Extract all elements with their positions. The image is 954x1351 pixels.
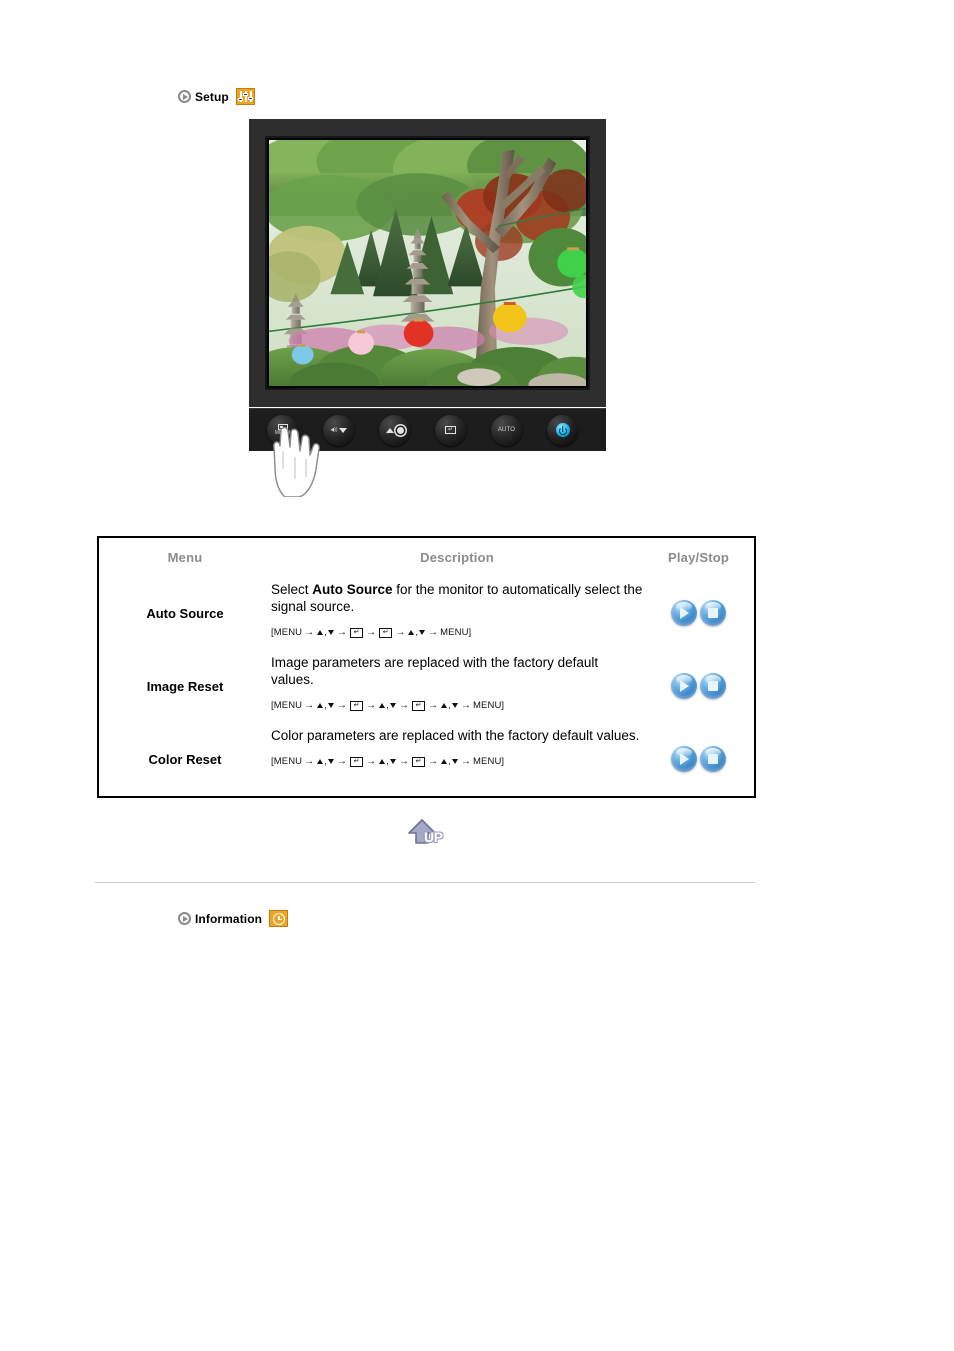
play-button[interactable] bbox=[671, 746, 697, 772]
auto-button-label: AUTO bbox=[497, 427, 516, 433]
play-button[interactable] bbox=[671, 673, 697, 699]
menu-icon bbox=[277, 424, 288, 430]
key-sequence: [MENU → , → ↵ → , → ↵ → , → MENU] bbox=[271, 700, 505, 711]
menu-button-label: MENU bbox=[274, 430, 291, 436]
row-description: Color parameters are replaced with the f… bbox=[271, 722, 643, 767]
row-playstop-controls bbox=[643, 649, 754, 699]
clock-icon bbox=[269, 910, 289, 927]
section-heading-information: Information bbox=[178, 910, 289, 927]
auto-button[interactable]: AUTO bbox=[491, 414, 522, 446]
setup-sliders-icon bbox=[235, 88, 255, 105]
garden-scene-image bbox=[269, 140, 586, 386]
table-row: Image Reset Image parameters are replace… bbox=[99, 649, 754, 722]
brightness-icon bbox=[396, 426, 404, 434]
table-header-row: Menu Description Play/Stop bbox=[99, 538, 754, 576]
column-header-description: Description bbox=[420, 549, 494, 565]
row-menu-label: Image Reset bbox=[146, 679, 224, 694]
key-sequence: [MENU → , → ↵ → ↵ → , → MENU] bbox=[271, 627, 472, 638]
monitor-bezel bbox=[249, 119, 606, 407]
stop-button[interactable] bbox=[700, 600, 726, 626]
table-row: Color Reset Color parameters are replace… bbox=[99, 722, 754, 795]
description-suffix: Image parameters are replaced with the f… bbox=[271, 655, 599, 687]
monitor-control-panel: MENU ◀)) ↵ AUTO bbox=[249, 408, 606, 497]
monitor-inner-bevel bbox=[265, 136, 590, 390]
description-suffix: Color parameters are replaced with the f… bbox=[271, 728, 640, 743]
table-row: Auto Source Select Auto Source for the m… bbox=[99, 576, 754, 649]
brightness-button[interactable] bbox=[379, 414, 410, 446]
section-divider bbox=[95, 882, 755, 883]
enter-key-icon: ↵ bbox=[350, 700, 364, 711]
row-playstop-controls bbox=[643, 576, 754, 626]
monitor-screen bbox=[269, 140, 586, 386]
key-sequence: [MENU → , → ↵ → , → ↵ → , → MENU] bbox=[271, 756, 505, 767]
enter-icon: ↵ bbox=[445, 426, 456, 434]
row-menu-label: Color Reset bbox=[148, 752, 222, 767]
column-header-menu: Menu bbox=[167, 549, 203, 565]
triangle-up-icon bbox=[385, 427, 394, 433]
monitor-illustration: MENU ◀)) ↵ AUTO bbox=[249, 119, 606, 497]
stop-button[interactable] bbox=[700, 746, 726, 772]
stop-button[interactable] bbox=[700, 673, 726, 699]
enter-key-icon: ↵ bbox=[379, 627, 393, 638]
power-icon bbox=[555, 423, 570, 437]
enter-key-icon: ↵ bbox=[412, 756, 426, 767]
scroll-to-top-button[interactable]: UP bbox=[405, 818, 453, 850]
arrow-circle-icon bbox=[178, 912, 191, 925]
settings-table: Menu Description Play/Stop Auto Source S… bbox=[97, 536, 756, 798]
setup-title: Setup bbox=[195, 89, 229, 104]
enter-key-icon: ↵ bbox=[350, 756, 364, 767]
arrow-circle-icon bbox=[178, 90, 191, 103]
row-description: Select Auto Source for the monitor to au… bbox=[271, 576, 643, 638]
volume-icon: ◀)) bbox=[330, 427, 338, 433]
power-button[interactable] bbox=[547, 414, 578, 446]
up-button-label: UP bbox=[424, 829, 443, 845]
row-playstop-controls bbox=[643, 722, 754, 772]
column-header-playstop: Play/Stop bbox=[667, 549, 730, 565]
enter-key-icon: ↵ bbox=[350, 627, 364, 638]
menu-button[interactable]: MENU bbox=[267, 414, 298, 446]
enter-button[interactable]: ↵ bbox=[435, 414, 466, 446]
description-prefix: Select bbox=[271, 582, 313, 597]
description-emphasis: Auto Source bbox=[312, 582, 393, 597]
triangle-down-icon bbox=[338, 427, 347, 433]
row-description: Image parameters are replaced with the f… bbox=[271, 649, 643, 711]
row-menu-label: Auto Source bbox=[146, 606, 224, 621]
play-button[interactable] bbox=[671, 600, 697, 626]
down-button[interactable]: ◀)) bbox=[323, 414, 354, 446]
enter-key-icon: ↵ bbox=[412, 700, 426, 711]
information-title: Information bbox=[195, 911, 263, 926]
section-heading-setup: Setup bbox=[178, 88, 255, 105]
